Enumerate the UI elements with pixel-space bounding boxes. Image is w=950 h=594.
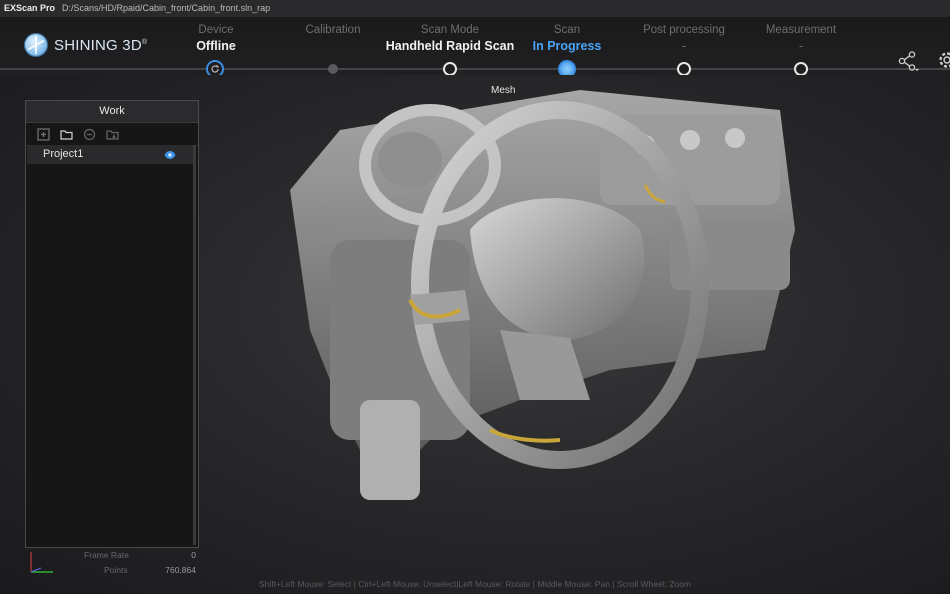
add-icon: [36, 127, 50, 141]
panel-scrollbar[interactable]: [193, 145, 196, 545]
step-measurement[interactable]: Measurement -: [731, 23, 871, 55]
frame-rate-value: 0: [191, 550, 196, 560]
panel-toolbar: [26, 123, 198, 146]
scanned-mesh-model[interactable]: [270, 70, 830, 540]
top-bar: SHINING 3D® Device Offline Calibration S…: [0, 17, 950, 78]
points-label: Points: [104, 565, 128, 575]
points-value: 760,864: [165, 565, 196, 575]
remove-project-button[interactable]: [81, 126, 97, 142]
export-project-button[interactable]: [104, 126, 120, 142]
refresh-icon: [211, 65, 219, 73]
workflow-steps: Device Offline Calibration Scan Mode Han…: [0, 17, 950, 78]
remove-icon: [83, 128, 95, 140]
mouse-hint-bar: Shift+Left Mouse: Select | Ctrl+Left Mou…: [258, 579, 692, 589]
mesh-label: Mesh: [491, 85, 516, 96]
project-name: Project1: [43, 148, 84, 160]
app-name: EXScan Pro: [4, 3, 56, 13]
folder-open-icon: [59, 129, 73, 140]
open-project-button[interactable]: [58, 126, 74, 142]
eye-icon[interactable]: [164, 150, 176, 160]
project-row[interactable]: Project1: [27, 146, 194, 164]
export-icon: [105, 129, 119, 140]
add-project-button[interactable]: [35, 126, 51, 142]
axis-triad-icon: [30, 552, 53, 573]
title-bar: EXScan Pro D:/Scans/HD/Rpaid/Cabin_front…: [0, 0, 950, 18]
share-icon[interactable]: [897, 50, 919, 72]
step-value: -: [798, 39, 804, 53]
gear-icon[interactable]: [936, 49, 950, 71]
frame-rate-label: Frame Rate: [84, 550, 129, 560]
work-panel: Work Project1: [25, 100, 199, 548]
panel-title: Work: [26, 101, 198, 123]
file-path: D:/Scans/HD/Rpaid/Cabin_front/Cabin_fron…: [62, 3, 271, 13]
step-label: Measurement: [765, 24, 837, 36]
